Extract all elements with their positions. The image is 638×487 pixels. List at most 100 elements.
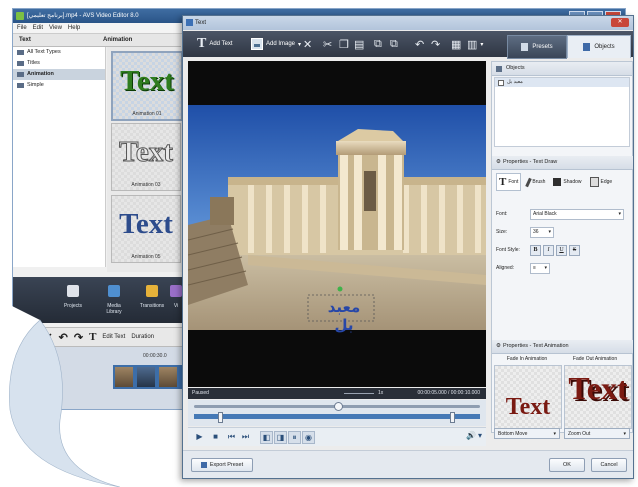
fade-out-label: Fade Out Animation [572, 356, 618, 362]
export-preset-button[interactable]: Export Preset [191, 458, 253, 472]
volume-control[interactable]: 🔊 ▾ [466, 431, 482, 440]
thumb-animation-03[interactable]: Text Animation 03 [111, 123, 181, 191]
redo-button[interactable]: ↷ [431, 36, 440, 52]
chevron-down-icon: ▾ [544, 265, 547, 271]
align-select[interactable]: ≡ ▾ [530, 262, 550, 274]
timeline-clip[interactable] [159, 367, 177, 387]
fade-out-select[interactable]: Zoom Out ▾ [564, 428, 630, 439]
video-frame-image [188, 105, 486, 330]
presets-icon [521, 43, 529, 51]
align-button[interactable]: ▥ ▾ [467, 36, 483, 52]
duration-button[interactable]: Duration [131, 334, 154, 340]
tab-presets[interactable]: Presets [507, 35, 567, 59]
film-icon [108, 285, 120, 297]
tab-brush[interactable]: Brush [525, 176, 547, 189]
tree-label: Simple [27, 82, 44, 88]
edge-icon [589, 177, 599, 187]
thumb-caption: Animation 01 [132, 111, 162, 117]
thumb-sample-text: Text [120, 65, 174, 97]
bring-forward-button[interactable]: ⧉ [374, 36, 382, 52]
font-label: Font: [496, 211, 508, 217]
video-text-overlay[interactable]: معبد بل [316, 298, 372, 334]
tree-item-animation[interactable]: Animation [13, 69, 105, 80]
fade-in-select[interactable]: Bottom Move ▾ [494, 428, 560, 439]
timeline-track[interactable] [113, 365, 183, 389]
font-select[interactable]: Arial Black ▾ [530, 208, 624, 220]
objects-title: Objects [506, 65, 525, 71]
range-end-handle[interactable] [450, 412, 455, 423]
timeline-clip[interactable] [137, 367, 155, 387]
thumb-sample-text: Text [119, 136, 174, 169]
chevron-down-icon: ▾ [553, 430, 556, 437]
objects-header: Objects [492, 62, 632, 76]
fade-out-preview[interactable]: Text [564, 365, 632, 429]
mark-in-button[interactable]: ◧ [260, 431, 273, 444]
thumb-animation-01[interactable]: Text Animation 01 [111, 51, 183, 121]
dialog-titlebar: Text ✕ [183, 16, 633, 30]
tree-label: Animation [27, 71, 54, 77]
tab-edge-label: Edge [600, 179, 613, 185]
tree-item-titles[interactable]: Titles [13, 58, 105, 69]
menu-file[interactable]: File [17, 23, 27, 33]
font-style-row: Font Style: B I U S [496, 244, 628, 256]
video-preview[interactable]: معبد بل [188, 61, 486, 387]
tree-item-all[interactable]: All Text Types [13, 47, 105, 58]
underline-button[interactable]: U [556, 244, 567, 256]
range-start-handle[interactable] [218, 412, 223, 423]
cut-button[interactable]: ✂ [323, 36, 332, 52]
tree-item-simple[interactable]: Simple [13, 80, 105, 91]
delete-button[interactable]: ✕ [303, 36, 312, 52]
grid-icon: ▦ [451, 38, 462, 51]
duration-range-bar[interactable] [194, 414, 480, 419]
menu-help[interactable]: Help [68, 23, 80, 33]
visibility-checkbox[interactable] [498, 79, 504, 86]
snapshot-button[interactable]: ◉ [302, 431, 315, 444]
redo-icon: ↷ [431, 38, 441, 51]
tab-font[interactable]: T Font [496, 173, 522, 191]
chevron-down-icon: ▾ [623, 430, 626, 437]
clapper-icon [67, 285, 79, 297]
menu-edit[interactable]: Edit [33, 23, 43, 33]
grid-button[interactable]: ▦ [451, 36, 461, 52]
play-button[interactable]: ▶ [194, 431, 205, 442]
cancel-button[interactable]: Cancel [591, 458, 627, 472]
brush-icon [525, 177, 533, 187]
dialog-close-button[interactable]: ✕ [611, 18, 629, 27]
fade-in-preview[interactable]: Text [494, 365, 562, 429]
bold-button[interactable]: B [530, 244, 541, 256]
list-item[interactable]: معبد بل [495, 78, 629, 87]
menu-view[interactable]: View [49, 23, 62, 33]
size-select[interactable]: 36 ▾ [530, 226, 554, 238]
send-backward-button[interactable]: ⧉ [390, 36, 398, 52]
cut-icon: ✂ [323, 38, 333, 51]
tree-label: Titles [27, 60, 40, 66]
prev-frame-button[interactable]: ⏮ [226, 431, 237, 442]
background-window-title: [برنامج تعليمي].mp4 - AVS Video Editor 8… [27, 13, 139, 19]
ok-button[interactable]: OK [549, 458, 585, 472]
paste-button[interactable]: ▤ [354, 36, 364, 52]
tab-objects[interactable]: Objects [567, 35, 631, 58]
stop-button[interactable]: ■ [210, 431, 221, 442]
animation-properties-header: ⚙ Properties - Text Animation [492, 340, 633, 354]
strikeout-button[interactable]: S [569, 244, 580, 256]
undo-button[interactable]: ↶ [415, 36, 424, 52]
folder-icon [17, 72, 24, 77]
italic-button[interactable]: I [543, 244, 554, 256]
send-backward-icon: ⧉ [390, 37, 398, 50]
dialog-toolbar: T Add Text Add Image ▾ ✕ ✂ ❐ ▤ ⧉ ⧉ ↶ ↷ ▦… [183, 31, 633, 59]
tab-edge[interactable]: Edge [588, 175, 615, 189]
split-button[interactable]: ⏸ [288, 431, 301, 444]
zoom-slider[interactable] [344, 393, 374, 394]
next-frame-button[interactable]: ⏭ [240, 431, 251, 442]
copy-button[interactable]: ❐ [339, 36, 349, 52]
tab-shadow[interactable]: Shadow [551, 176, 583, 188]
transitions-button[interactable]: Transitions [137, 285, 167, 309]
thumb-animation-05[interactable]: Text Animation 05 [111, 195, 181, 263]
seek-thumb[interactable] [334, 402, 343, 411]
add-image-button[interactable]: Add Image ▾ [251, 36, 301, 52]
add-text-button[interactable]: T Add Text [197, 36, 233, 52]
text-icon: T [499, 176, 507, 188]
video-effects-label: Vi [173, 303, 179, 309]
mark-out-button[interactable]: ◨ [274, 431, 287, 444]
video-effects-button[interactable]: Vi [169, 285, 183, 309]
